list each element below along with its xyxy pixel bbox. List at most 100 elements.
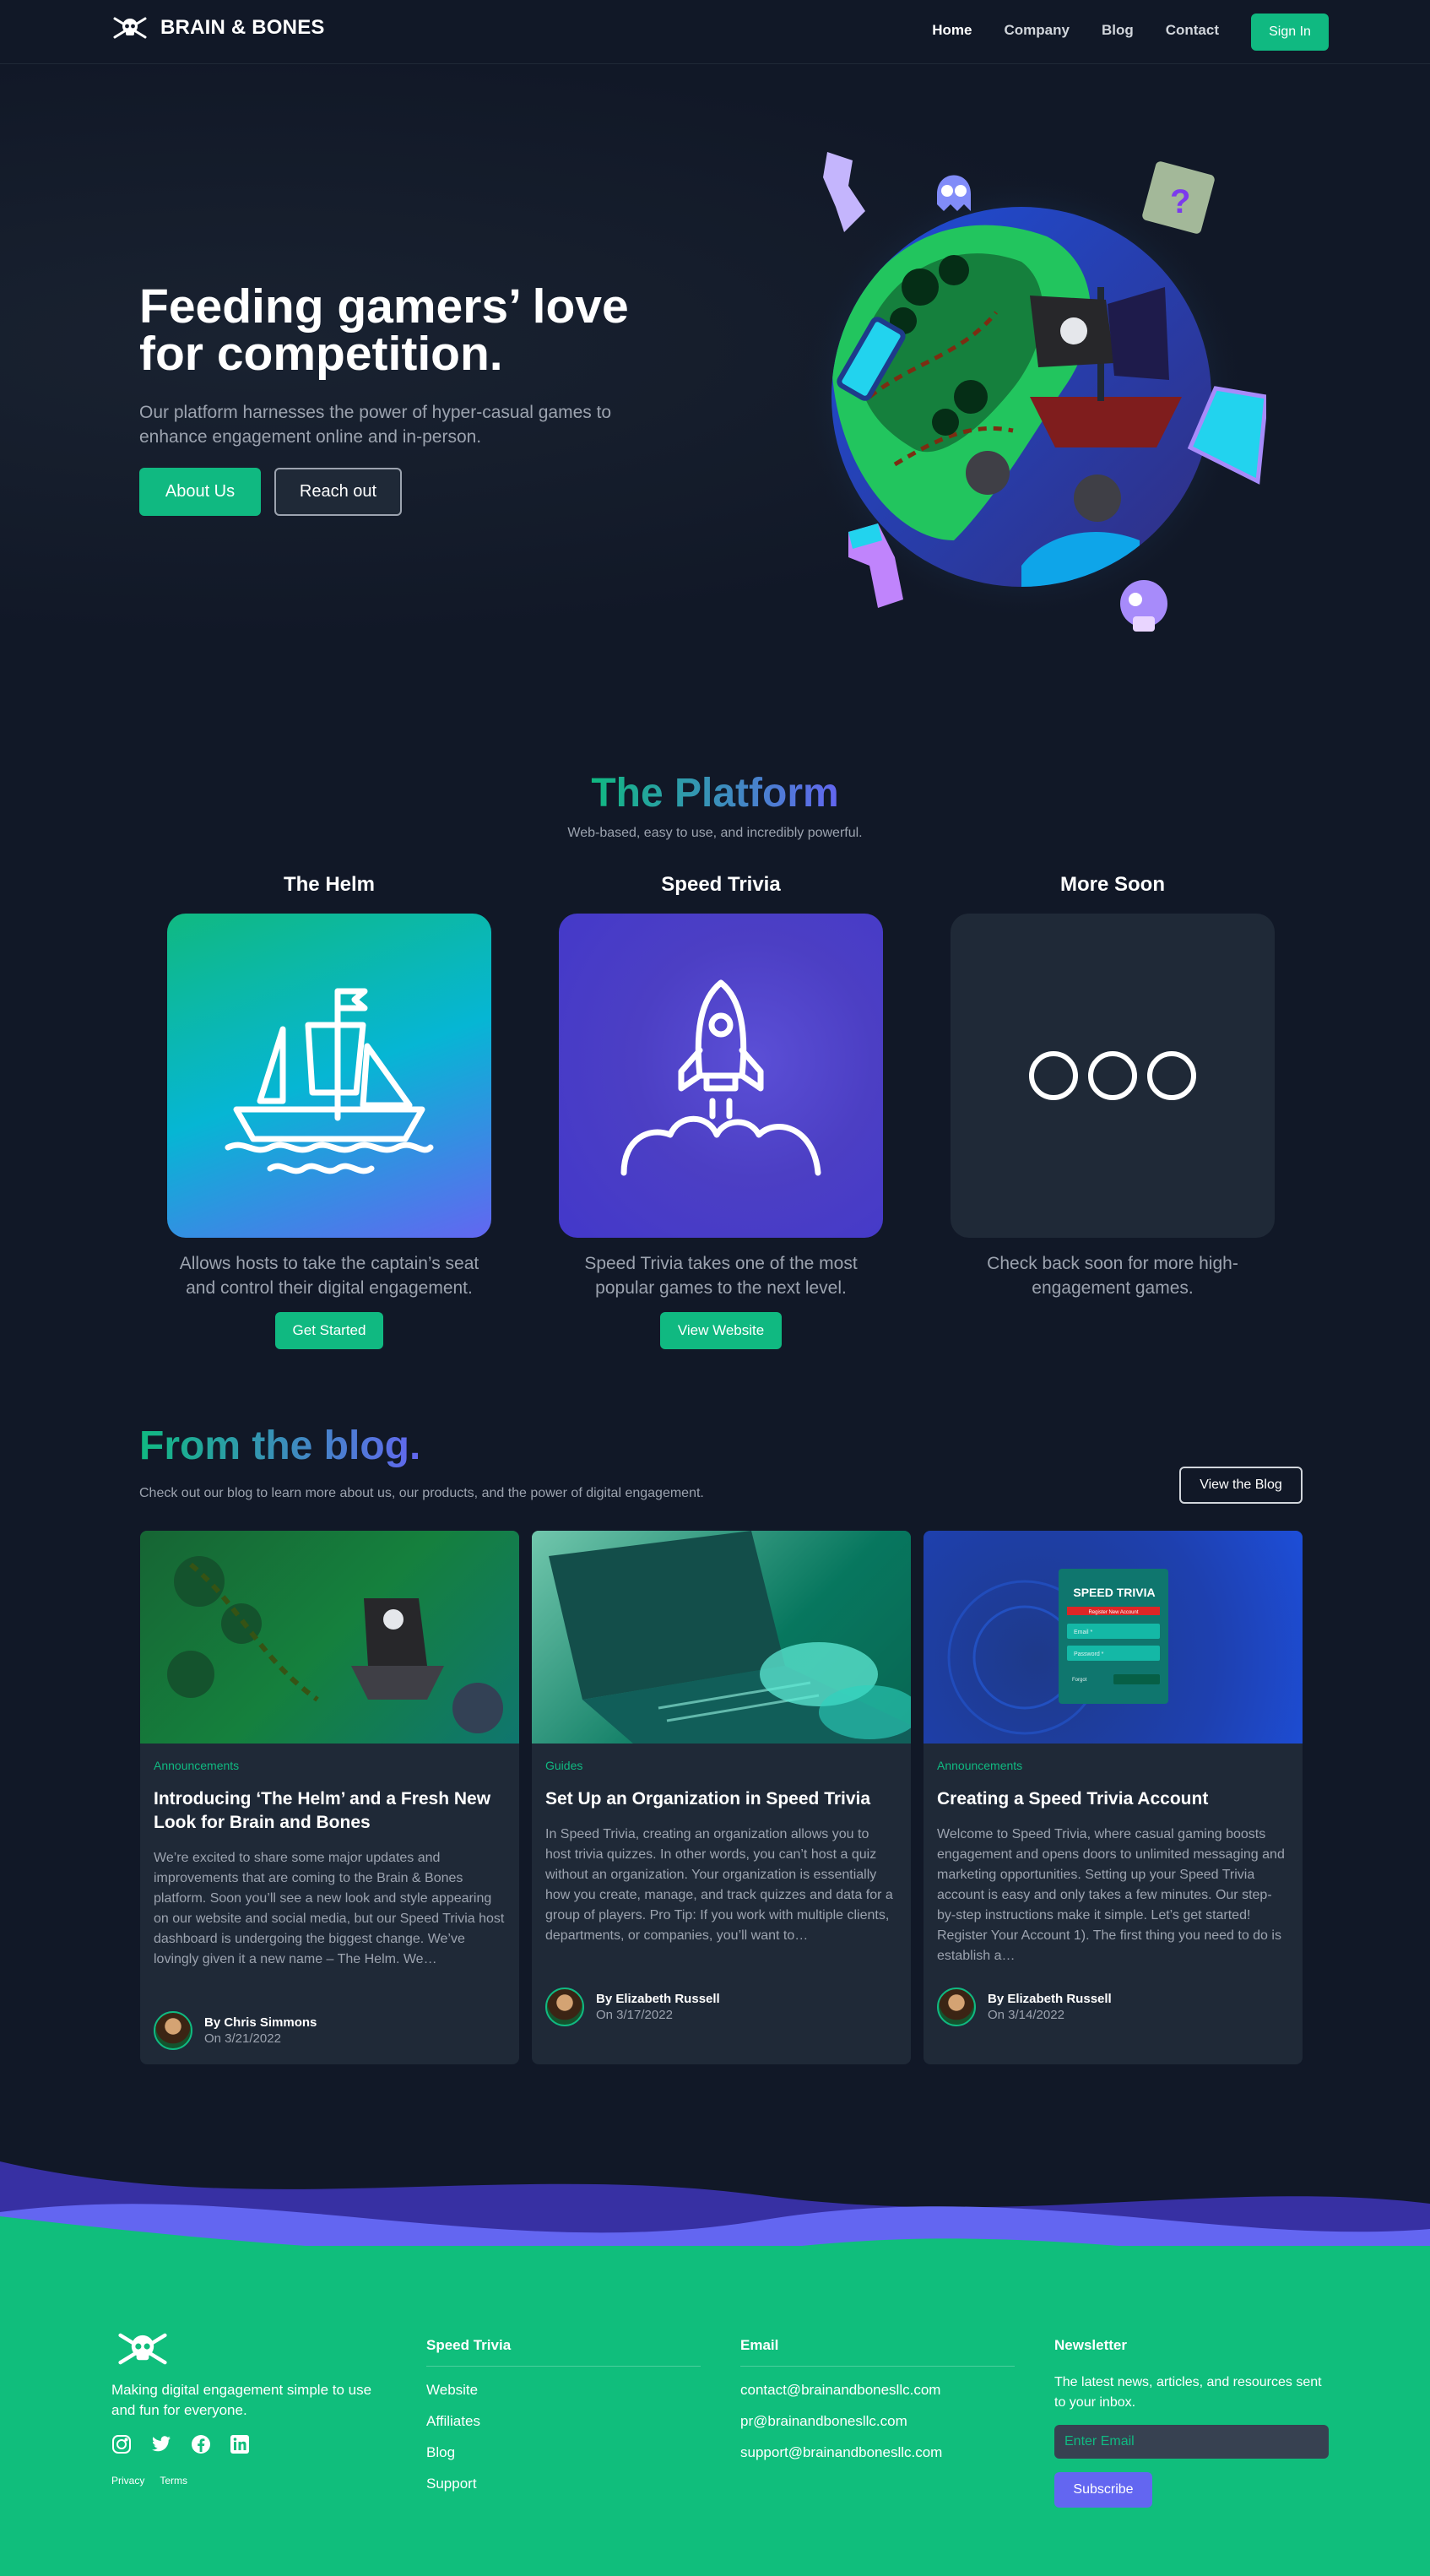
instagram-icon[interactable] (111, 2434, 132, 2454)
blog-category: Announcements (937, 1759, 1023, 1772)
blog-card[interactable]: SPEED TRIVIA Register New Account Email … (924, 1531, 1303, 2064)
blog-image-speed-trivia-signup: SPEED TRIVIA Register New Account Email … (924, 1531, 1303, 1744)
footer-email-column: Email contact@brainandbonesllc.com pr@br… (740, 2337, 1015, 2461)
footer-brand-column: Making digital engagement simple to use … (111, 2330, 382, 2487)
blog-card[interactable]: Guides Set Up an Organization in Speed T… (532, 1531, 911, 2064)
brand-logo[interactable]: BRAIN & BONES (111, 15, 325, 41)
svg-text:Password *: Password * (1074, 1651, 1104, 1657)
brand-name: BRAIN & BONES (160, 16, 325, 39)
platform-card-description: Check back soon for more high-engagement… (987, 1254, 1238, 1298)
speed-trivia-image[interactable] (559, 914, 883, 1238)
hero-subtitle: Our platform harnesses the power of hype… (139, 403, 612, 447)
platform-title: The Platform (591, 771, 839, 816)
platform-card-helm: The Helm Allows hosts to take the captai… (167, 870, 491, 1349)
newsletter-text: The latest news, articles, and resources… (1054, 2375, 1322, 2410)
social-links (111, 2434, 382, 2454)
view-blog-button[interactable]: View the Blog (1179, 1467, 1303, 1504)
blog-post-title[interactable]: Introducing ‘The Helm’ and a Fresh New L… (154, 1787, 506, 1835)
email-link-contact[interactable]: contact@brainandbonesllc.com (740, 2382, 1015, 2399)
footer-link-affiliates[interactable]: Affiliates (426, 2413, 701, 2430)
footer-link-support[interactable]: Support (426, 2476, 701, 2492)
blog-author: By Chris Simmons On 3/21/2022 (154, 2011, 317, 2050)
newsletter-title: Newsletter (1054, 2337, 1127, 2353)
top-nav: BRAIN & BONES Home Company Blog Contact … (0, 0, 1430, 64)
footer-link-list: Website Affiliates Blog Support (426, 2382, 701, 2492)
nav-link-blog[interactable]: Blog (1102, 22, 1134, 39)
rocket-icon (620, 979, 821, 1176)
footer-newsletter-column: Newsletter The latest news, articles, an… (1054, 2337, 1329, 2508)
platform-card-title: The Helm (283, 873, 376, 896)
game-world-illustration: ? (798, 152, 1266, 632)
email-link-support[interactable]: support@brainandbonesllc.com (740, 2444, 1015, 2461)
blog-excerpt: Welcome to Speed Trivia, where casual ga… (937, 1827, 1285, 1963)
author-name: By Elizabeth Russell (988, 1992, 1112, 2006)
linkedin-icon[interactable] (230, 2434, 250, 2454)
footer-link-website[interactable]: Website (426, 2382, 701, 2399)
post-date: On 3/14/2022 (988, 2008, 1064, 2022)
platform-card-more-soon: More Soon Check back soon for more high-… (951, 870, 1275, 1300)
reach-out-button[interactable]: Reach out (274, 468, 402, 516)
ship-icon (225, 988, 434, 1174)
blog-card[interactable]: Announcements Introducing ‘The Helm’ and… (140, 1531, 519, 2064)
twitter-icon[interactable] (150, 2434, 172, 2454)
author-name: By Chris Simmons (204, 2015, 317, 2030)
nav-link-contact[interactable]: Contact (1166, 22, 1219, 39)
blog-excerpt: In Speed Trivia, creating an organizatio… (545, 1827, 893, 1943)
author-avatar (154, 2011, 192, 2050)
newsletter-email-input[interactable] (1054, 2425, 1329, 2459)
platform-card-speed-trivia: Speed Trivia Speed Trivia takes one of t… (559, 870, 883, 1349)
facebook-icon[interactable] (191, 2434, 211, 2454)
footer-tagline: Making digital engagement simple to use … (111, 2382, 372, 2418)
hero-title: Feeding gamers’ love for competition. (139, 279, 629, 381)
sign-in-button[interactable]: Sign In (1251, 14, 1329, 51)
platform-card-description: Allows hosts to take the captain’s seat … (179, 1254, 479, 1298)
platform-card-description: Speed Trivia takes one of the most popul… (584, 1254, 858, 1298)
footer-column-title: Email (740, 2337, 1015, 2367)
get-started-button[interactable]: Get Started (275, 1312, 383, 1349)
terms-link[interactable]: Terms (160, 2475, 187, 2487)
post-date: On 3/21/2022 (204, 2031, 281, 2046)
skull-crossbones-icon (113, 17, 147, 39)
blog-author: By Elizabeth Russell On 3/17/2022 (545, 1988, 720, 2026)
blog-title: From the blog. (139, 1424, 421, 1468)
footer-link-blog[interactable]: Blog (426, 2444, 701, 2461)
platform-card-title: Speed Trivia (661, 873, 781, 896)
blog-image-laptop (532, 1531, 911, 1744)
more-soon-image (951, 914, 1275, 1238)
nav-link-company[interactable]: Company (1004, 22, 1069, 39)
author-name: By Elizabeth Russell (596, 1992, 720, 2006)
blog-author: By Elizabeth Russell On 3/14/2022 (937, 1988, 1112, 2026)
blog-post-title[interactable]: Set Up an Organization in Speed Trivia (545, 1787, 898, 1811)
author-avatar (937, 1988, 976, 2026)
svg-text:?: ? (1170, 183, 1190, 220)
footer-email-list: contact@brainandbonesllc.com pr@brainand… (740, 2382, 1015, 2461)
blog-post-title[interactable]: Creating a Speed Trivia Account (937, 1787, 1290, 1811)
helm-image[interactable] (167, 914, 491, 1238)
svg-text:SPEED TRIVIA: SPEED TRIVIA (1073, 1586, 1155, 1599)
post-date: On 3/17/2022 (596, 2008, 673, 2022)
blog-category: Guides (545, 1759, 583, 1772)
svg-text:Email *: Email * (1074, 1630, 1092, 1635)
view-website-button[interactable]: View Website (660, 1312, 782, 1349)
author-avatar (545, 1988, 584, 2026)
nav-link-home[interactable]: Home (932, 22, 972, 39)
legal-links: Privacy Terms (111, 2475, 382, 2487)
footer: Making digital engagement simple to use … (0, 2246, 1430, 2576)
svg-text:Forgot: Forgot (1072, 1678, 1087, 1683)
blog-category: Announcements (154, 1759, 240, 1772)
footer-speed-trivia-column: Speed Trivia Website Affiliates Blog Sup… (426, 2337, 701, 2492)
blog-image-helm (140, 1531, 519, 1744)
svg-text:Register New Account: Register New Account (1088, 1610, 1138, 1615)
three-circles-icon (1029, 1051, 1196, 1100)
about-us-button[interactable]: About Us (139, 468, 261, 516)
platform-subtitle: Web-based, easy to use, and incredibly p… (567, 826, 863, 840)
blog-excerpt: We’re excited to share some major update… (154, 1851, 505, 1966)
email-link-pr[interactable]: pr@brainandbonesllc.com (740, 2413, 1015, 2430)
subscribe-button[interactable]: Subscribe (1054, 2472, 1152, 2508)
footer-column-title: Speed Trivia (426, 2337, 701, 2367)
nav-links: Home Company Blog Contact (932, 22, 1219, 39)
skull-crossbones-icon (118, 2333, 167, 2365)
platform-card-title: More Soon (1060, 873, 1165, 896)
privacy-link[interactable]: Privacy (111, 2475, 144, 2487)
blog-subtitle: Check out our blog to learn more about u… (139, 1486, 704, 1500)
